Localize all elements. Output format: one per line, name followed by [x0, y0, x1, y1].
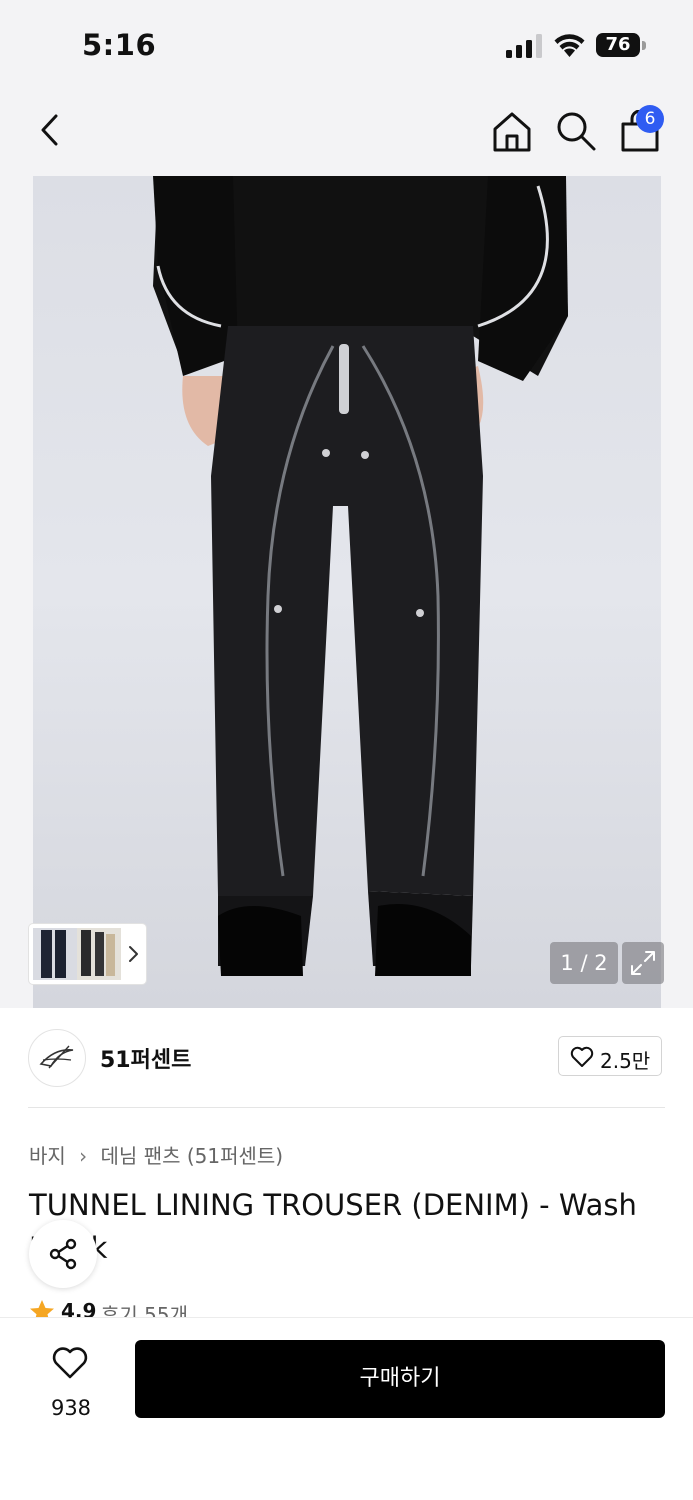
- wifi-icon: [554, 34, 585, 57]
- cart-count-badge: 6: [636, 105, 664, 133]
- home-button[interactable]: [490, 110, 534, 154]
- brand-name[interactable]: 51퍼센트: [100, 1042, 191, 1074]
- status-time: 5:16: [82, 28, 157, 62]
- battery-cap: [642, 41, 646, 50]
- breadcrumb-item-category[interactable]: 바지: [29, 1144, 66, 1168]
- page-counter: 1 / 2: [550, 942, 618, 984]
- status-bar: 5:16 76: [0, 0, 693, 92]
- product-title-line2: Black: [29, 1227, 669, 1270]
- bottom-action-bar: 938 구매하기: [0, 1318, 693, 1500]
- review-count[interactable]: 후기 55개: [101, 1299, 188, 1319]
- back-button[interactable]: [30, 110, 70, 150]
- product-title-line1: TUNNEL LINING TROUSER (DENIM) - Wash: [29, 1188, 637, 1222]
- expand-icon: [631, 951, 655, 975]
- top-nav-bar: [0, 92, 693, 176]
- product-gallery[interactable]: 1 / 2: [0, 176, 693, 1008]
- buy-button[interactable]: 구매하기: [135, 1340, 665, 1418]
- heart-outline-icon: [570, 1046, 594, 1067]
- heart-outline-icon: [52, 1347, 88, 1379]
- brand-like-count: 2.5만: [600, 1049, 651, 1073]
- chevron-left-icon: [41, 114, 58, 146]
- brand-logo[interactable]: [28, 1029, 86, 1087]
- brand-logo-mark: [39, 1045, 74, 1069]
- battery-icon: 76: [596, 33, 640, 57]
- cellular-signal-icon: [506, 34, 542, 58]
- search-icon: [557, 112, 596, 151]
- home-icon: [493, 112, 531, 152]
- star-icon: [30, 1300, 54, 1319]
- chevron-right-icon[interactable]: [126, 944, 140, 964]
- search-button[interactable]: [555, 110, 597, 152]
- expand-button[interactable]: [622, 942, 664, 984]
- rating-value: 4.9: [61, 1299, 97, 1319]
- product-image: [33, 176, 661, 1008]
- breadcrumb: 바지 › 데님 팬츠 (51퍼센트): [29, 1140, 283, 1169]
- brand-like-button[interactable]: 2.5만: [558, 1036, 662, 1076]
- share-icon: [49, 1238, 77, 1270]
- product-title: TUNNEL LINING TROUSER (DENIM) - Wash Bla…: [29, 1184, 669, 1270]
- wishlist-count: 938: [50, 1396, 92, 1420]
- thumbnail-images[interactable]: [33, 928, 121, 980]
- divider: [28, 1107, 665, 1108]
- chevron-right-icon: ›: [79, 1144, 88, 1168]
- thumbnail-strip[interactable]: [29, 924, 146, 984]
- share-button[interactable]: [29, 1220, 97, 1288]
- rating-row[interactable]: 4.9 후기 55개: [29, 1297, 329, 1319]
- brand-row[interactable]: 51퍼센트 2.5만: [0, 1008, 693, 1108]
- wishlist-button[interactable]: 938: [30, 1342, 112, 1432]
- breadcrumb-item-subcategory[interactable]: 데님 팬츠 (51퍼센트): [101, 1144, 284, 1168]
